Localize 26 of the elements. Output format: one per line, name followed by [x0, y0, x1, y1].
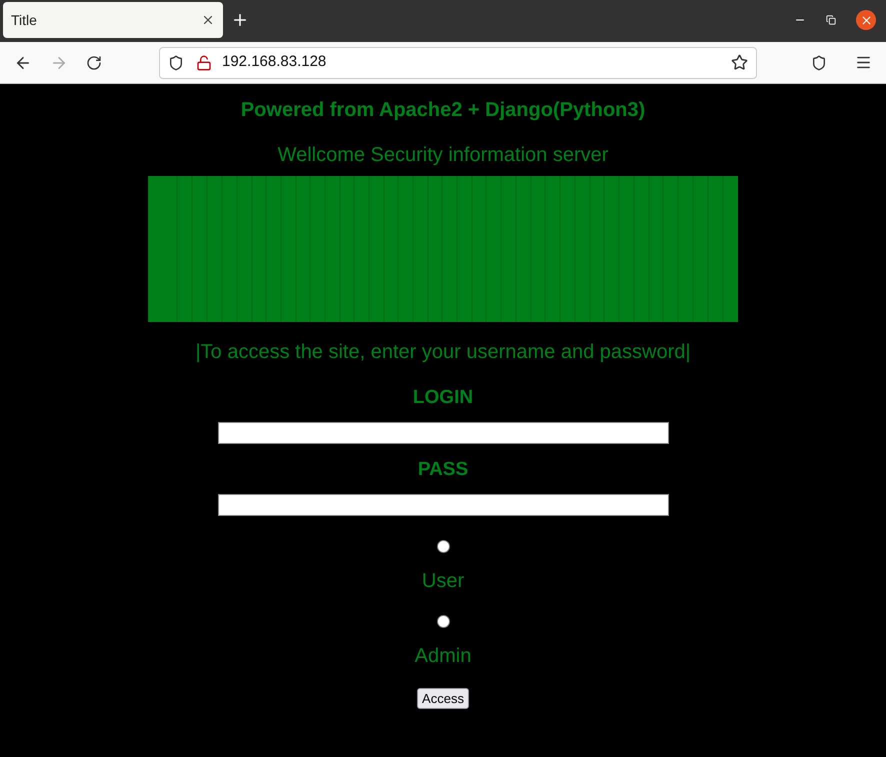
- input-field[interactable]: [218, 422, 668, 444]
- field-label: LOGIN: [412, 386, 474, 410]
- radio-button[interactable]: [436, 540, 450, 553]
- radio-label: User: [422, 569, 464, 593]
- browser-tab[interactable]: Title: [3, 2, 223, 38]
- reload-icon[interactable]: [86, 54, 102, 70]
- input-field[interactable]: [218, 494, 668, 516]
- shield-icon[interactable]: [168, 54, 184, 70]
- new-tab-icon[interactable]: [231, 11, 249, 29]
- close-icon[interactable]: [201, 13, 215, 27]
- access-button[interactable]: Access: [417, 688, 469, 709]
- instruction-text: |To access the site, enter your username and password|: [195, 340, 691, 364]
- menu-icon[interactable]: [855, 54, 872, 71]
- close-icon: [860, 14, 872, 26]
- radio-button[interactable]: [436, 615, 450, 628]
- close-window-button[interactable]: [856, 10, 876, 30]
- insecure-lock-icon[interactable]: [196, 54, 212, 70]
- url-text: 192.168.83.128: [222, 52, 326, 72]
- field-label: PASS: [418, 458, 468, 482]
- powered-heading: Powered from Apache2 + Django(Python3): [240, 98, 646, 122]
- tab-title: Title: [11, 10, 37, 30]
- restore-icon[interactable]: [826, 15, 836, 25]
- bookmark-star-icon[interactable]: [731, 54, 748, 71]
- address-bar[interactable]: 192.168.83.128: [159, 46, 757, 78]
- welcome-text: Wellcome Security information server: [278, 143, 608, 167]
- radio-label: Admin: [414, 644, 472, 668]
